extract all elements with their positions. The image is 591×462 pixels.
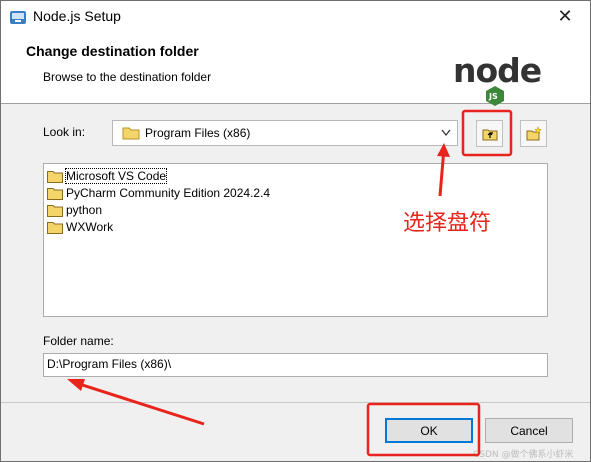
installer-icon xyxy=(10,11,26,24)
folder-item-name: PyCharm Community Edition 2024.2.4 xyxy=(66,186,271,200)
nodejs-logo: node JS xyxy=(453,51,542,106)
look-in-label: Look in: xyxy=(43,125,86,139)
look-in-dropdown[interactable]: Program Files (x86) xyxy=(112,120,458,146)
folder-item-name: Microsoft VS Code xyxy=(64,168,168,184)
folder-item-name: python xyxy=(66,203,103,217)
page-title: Change destination folder xyxy=(26,43,199,59)
list-item[interactable]: python xyxy=(47,202,102,218)
new-folder-icon xyxy=(526,126,542,141)
watermark: CSDN @做个佛系小虾米 xyxy=(473,450,574,460)
logo-badge: JS xyxy=(488,92,498,101)
folder-icon xyxy=(47,170,63,183)
up-one-level-icon xyxy=(482,129,498,141)
cancel-button[interactable]: Cancel xyxy=(485,418,573,443)
title-bar: Node.js Setup ✕ xyxy=(1,1,590,34)
wizard-header: Change destination folder Browse to the … xyxy=(1,34,590,106)
up-one-level-button[interactable] xyxy=(476,120,503,147)
list-item[interactable]: PyCharm Community Edition 2024.2.4 xyxy=(47,185,270,201)
page-subtitle: Browse to the destination folder xyxy=(43,70,212,84)
annotation-arrowhead-left xyxy=(67,379,85,391)
folder-name-label: Folder name: xyxy=(43,334,114,348)
annotation-label: 选择盘符 xyxy=(403,211,492,236)
setup-window: Node.js Setup ✕ Change destination folde… xyxy=(0,0,591,462)
list-item[interactable]: Microsoft VS Code xyxy=(47,168,168,184)
folder-list[interactable]: Microsoft VS Code PyCharm Community Edit… xyxy=(43,163,548,317)
list-item[interactable]: WXWork xyxy=(47,219,113,235)
look-in-value: Program Files (x86) xyxy=(145,126,251,140)
new-folder-button[interactable] xyxy=(520,120,547,147)
folder-icon xyxy=(47,204,63,217)
folder-name-input[interactable]: D:\Program Files (x86)\ xyxy=(43,353,548,377)
close-button[interactable]: ✕ xyxy=(550,4,580,30)
ok-button[interactable]: OK xyxy=(385,418,473,443)
folder-icon xyxy=(47,221,63,234)
folder-item-name: WXWork xyxy=(66,220,114,234)
folder-icon xyxy=(47,187,63,200)
chevron-down-icon xyxy=(441,129,451,137)
folder-icon xyxy=(122,127,140,140)
footer-divider xyxy=(1,402,590,403)
annotation-arrow-left xyxy=(72,380,205,426)
window-title: Node.js Setup xyxy=(33,8,121,24)
